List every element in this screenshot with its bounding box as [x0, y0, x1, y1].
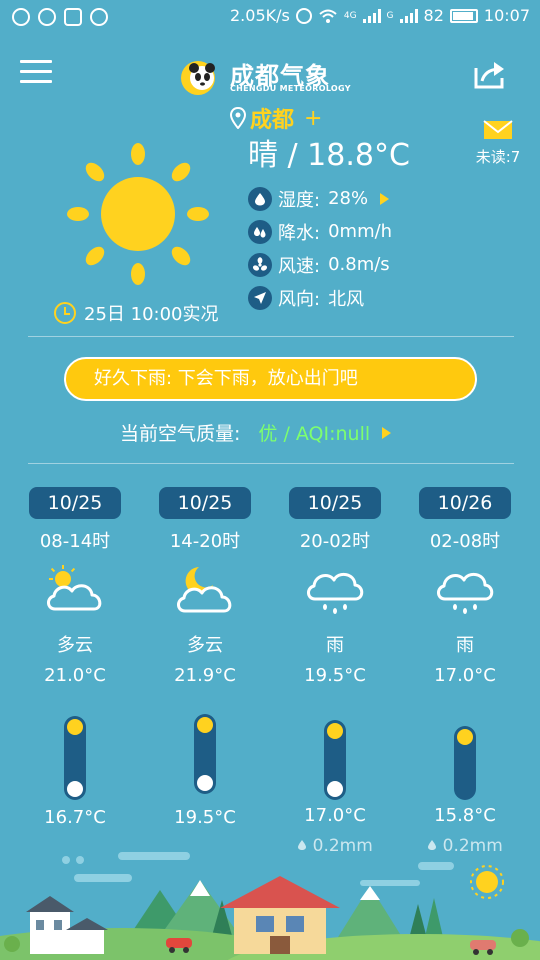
- navigation-arrow-icon: [248, 285, 272, 310]
- forecast-period: 14-20时: [169, 531, 241, 552]
- network-speed: 2.05K/s: [230, 6, 290, 25]
- forecast-condition: 雨: [456, 635, 474, 656]
- add-city-button[interactable]: +: [304, 106, 322, 131]
- forecast-date: 10/25: [159, 487, 251, 519]
- air-quality-row[interactable]: 当前空气质量: 优 / AQI:null: [120, 419, 392, 446]
- low-temp-dot: [457, 781, 473, 797]
- menu-icon[interactable]: [20, 60, 52, 83]
- rain-value: 0mm/h: [328, 221, 393, 242]
- wifi-icon: [319, 9, 337, 23]
- partly-cloudy-day-icon: [47, 565, 102, 611]
- network-type-b: G: [386, 10, 394, 21]
- network-type-a: 4G: [343, 10, 357, 21]
- unread-count: 未读:7: [475, 148, 521, 166]
- forecast-condition: 雨: [326, 635, 344, 656]
- more-notifications-icon: [90, 8, 108, 26]
- rain-icon: [307, 572, 364, 614]
- clock-icon: [54, 302, 76, 324]
- temperature-range-bar: [194, 714, 216, 794]
- high-temp-dot: [197, 717, 213, 733]
- landscape-illustration: [0, 852, 540, 960]
- forecast-condition: 多云: [187, 635, 223, 656]
- current-condition: 晴 / 18.8°C: [248, 138, 410, 173]
- forecast-period: 08-14时: [39, 531, 111, 552]
- image-icon: [64, 8, 82, 26]
- observation-time: 25日 10:00实况: [54, 300, 219, 326]
- wind-direction-row: 风向: 北风: [248, 281, 392, 314]
- battery-level: 82: [423, 6, 444, 25]
- forecast-period: 20-02时: [299, 531, 371, 552]
- mail-icon: [483, 120, 513, 139]
- weather-details: 湿度: 28% 降水: 0mm/h 风速: 0.8m/s 风向: 北风: [248, 182, 392, 314]
- fan-icon: [248, 252, 272, 277]
- forecast-low: 19.5°C: [174, 807, 236, 828]
- status-bar: 2.05K/s 4G G 82 10:07: [0, 0, 540, 36]
- notification-icon: [12, 8, 30, 26]
- low-temp-dot: [67, 781, 83, 797]
- weather-tip-banner[interactable]: 好久下雨: 下会下雨，放心出门吧: [64, 357, 477, 401]
- signal-icon-2: [399, 8, 418, 23]
- high-temp-dot: [327, 723, 343, 739]
- forecast-condition: 多云: [57, 635, 93, 656]
- rain-drops-icon: [248, 219, 272, 244]
- high-temp-dot: [457, 729, 473, 745]
- temperature-range-bar: [64, 716, 86, 800]
- share-icon[interactable]: [472, 58, 508, 90]
- app-logo: 成都气象 CHENGDU METEOROLOGY: [178, 54, 358, 100]
- forecast-column[interactable]: 10/25 20-02时 雨 19.5°C: [280, 487, 390, 686]
- low-temp-dot: [327, 781, 343, 797]
- location-pin-icon: [230, 107, 246, 129]
- wind-direction-label: 风向:: [278, 288, 321, 310]
- messages-button[interactable]: 未读:7: [468, 120, 528, 167]
- humidity-label: 湿度:: [278, 189, 321, 211]
- temperature-range-bar: [324, 720, 346, 800]
- notification-icons: [12, 8, 108, 26]
- panda-logo-icon: [181, 61, 215, 95]
- alarm-icon: [295, 7, 312, 24]
- air-quality-value: 优 / AQI:null: [258, 423, 371, 445]
- humidity-arrow-icon[interactable]: [380, 192, 390, 205]
- rain-label: 降水:: [278, 222, 321, 244]
- forecast-high: 19.5°C: [304, 665, 366, 686]
- wind-speed-label: 风速:: [278, 255, 321, 277]
- qq-icon: [38, 8, 56, 26]
- forecast-low: 16.7°C: [44, 807, 106, 828]
- app-subtitle: CHENGDU METEOROLOGY: [230, 84, 351, 93]
- forecast-date: 10/25: [289, 487, 381, 519]
- signal-icon: [362, 8, 381, 23]
- forecast-column[interactable]: 10/26 02-08时 雨 17.0°C: [410, 487, 520, 686]
- humidity-value: 28%: [328, 188, 369, 209]
- temperature-range-bar: [454, 726, 476, 800]
- divider-top: [28, 336, 514, 337]
- system-indicators: 2.05K/s 4G G 82 10:07: [230, 6, 530, 25]
- forecast-low: 17.0°C: [304, 805, 366, 826]
- battery-icon: [449, 8, 478, 23]
- forecast-period: 02-08时: [429, 531, 501, 552]
- forecast-column[interactable]: 10/25 08-14时 多云 21.0°C: [20, 487, 130, 686]
- forecast-high: 21.0°C: [44, 665, 106, 686]
- observation-time-text: 25日 10:00实况: [84, 304, 219, 325]
- forecast-date: 10/25: [29, 487, 121, 519]
- air-quality-arrow-icon[interactable]: [382, 426, 392, 439]
- forecast-date: 10/26: [419, 487, 511, 519]
- humidity-icon: [248, 186, 272, 211]
- forecast-column[interactable]: 10/25 14-20时 多云 21.9°C: [150, 487, 260, 686]
- forecast-high: 21.9°C: [174, 665, 236, 686]
- wind-direction-value: 北风: [328, 288, 365, 310]
- rain-row: 降水: 0mm/h: [248, 215, 392, 248]
- wind-speed-row: 风速: 0.8m/s: [248, 248, 392, 281]
- rain-icon: [437, 572, 494, 614]
- humidity-row[interactable]: 湿度: 28%: [248, 182, 392, 215]
- divider-middle: [28, 463, 514, 464]
- low-temp-dot: [197, 775, 213, 791]
- wind-speed-value: 0.8m/s: [328, 254, 390, 275]
- partly-cloudy-night-icon: [177, 567, 232, 613]
- high-temp-dot: [67, 719, 83, 735]
- forecast-high: 17.0°C: [434, 665, 496, 686]
- air-quality-label: 当前空气质量:: [120, 423, 241, 445]
- forecast-low: 15.8°C: [434, 805, 496, 826]
- sunny-icon: [67, 143, 209, 285]
- clock-time: 10:07: [483, 6, 530, 25]
